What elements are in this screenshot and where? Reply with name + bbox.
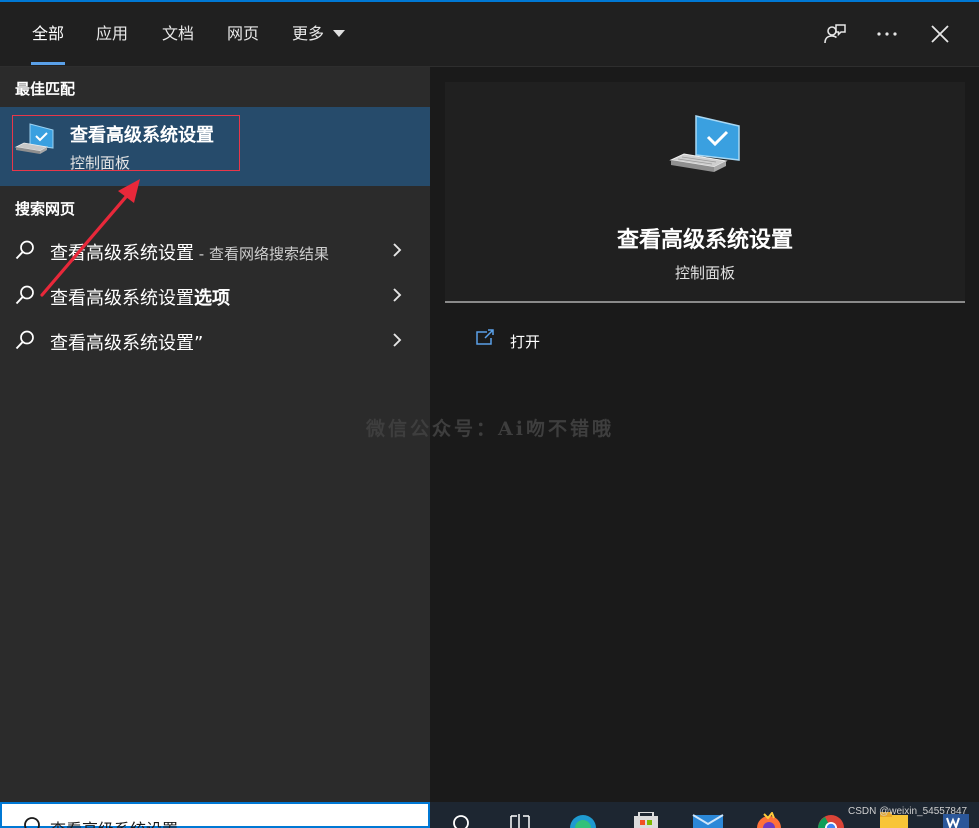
- feedback-icon: [824, 24, 846, 44]
- mail-icon[interactable]: [692, 812, 724, 828]
- search-web-label: 搜索网页: [15, 200, 76, 218]
- chevron-right-icon: [393, 333, 402, 347]
- close-icon: [931, 25, 949, 43]
- tab-web[interactable]: 网页: [212, 2, 274, 65]
- search-icon: [15, 330, 34, 350]
- web-result-3[interactable]: 查看高级系统设置”: [0, 318, 430, 362]
- windows-search-window: 全部 应用 文档 网页 更多 最佳匹配 查看高级系统设置 控制面板 搜索网页 查…: [0, 0, 979, 828]
- web-result-1-suffix: - 查看网络搜索结果: [194, 245, 329, 263]
- web-result-1[interactable]: 查看高级系统设置 - 查看网络搜索结果: [0, 228, 430, 272]
- tab-all[interactable]: 全部: [17, 2, 79, 65]
- system-pc-icon: [14, 123, 54, 154]
- search-icon: [15, 285, 34, 305]
- store-icon[interactable]: [631, 812, 661, 828]
- close-button[interactable]: [920, 14, 960, 54]
- chevron-right-icon: [393, 243, 402, 257]
- credit-watermark: CSDN @weixin_54557847: [848, 806, 968, 817]
- more-options-button[interactable]: [867, 14, 907, 54]
- preview-divider: [445, 301, 965, 303]
- taskbar-search-icon[interactable]: [450, 812, 472, 828]
- firefox-icon[interactable]: [754, 812, 784, 828]
- best-match-label: 最佳匹配: [15, 80, 76, 98]
- tab-apps[interactable]: 应用: [81, 2, 143, 65]
- tab-more[interactable]: 更多: [277, 2, 360, 65]
- more-options-icon: [877, 32, 897, 36]
- best-match-subtitle: 控制面板: [70, 154, 131, 172]
- watermark-text: 微信公众号：Ai吻不错哦: [366, 418, 614, 440]
- search-icon: [24, 817, 40, 828]
- search-box[interactable]: 查看高级系统设置: [0, 802, 430, 828]
- search-header: 全部 应用 文档 网页 更多: [0, 2, 979, 67]
- system-pc-icon: [669, 115, 740, 172]
- chevron-down-icon: [333, 30, 346, 37]
- chrome-icon[interactable]: [816, 812, 846, 828]
- preview-title: 查看高级系统设置: [616, 228, 793, 253]
- preview-subtitle: 控制面板: [674, 264, 735, 282]
- chevron-right-icon: [393, 288, 402, 302]
- web-result-2-text: 查看高级系统设置选项: [50, 284, 230, 310]
- search-icon: [15, 240, 34, 260]
- web-result-2-query: 查看高级系统设置: [50, 288, 194, 309]
- web-result-2[interactable]: 查看高级系统设置选项: [0, 273, 430, 317]
- edge-icon[interactable]: [568, 812, 598, 828]
- web-result-3-text: 查看高级系统设置”: [50, 333, 204, 354]
- tab-more-label: 更多: [292, 24, 325, 43]
- web-result-2-bold-tail: 选项: [194, 288, 230, 309]
- feedback-button[interactable]: [815, 14, 855, 54]
- open-action-label: 打开: [510, 333, 541, 351]
- open-action[interactable]: 打开: [470, 325, 670, 357]
- best-match-item[interactable]: 查看高级系统设置 控制面板: [0, 107, 430, 186]
- preview-card: 查看高级系统设置 控制面板: [445, 82, 965, 302]
- search-input-value: 查看高级系统设置: [50, 816, 178, 828]
- best-match-title: 查看高级系统设置: [70, 125, 214, 146]
- web-result-1-query: 查看高级系统设置: [50, 243, 194, 264]
- open-icon: [476, 329, 494, 345]
- task-view-icon[interactable]: [508, 812, 532, 828]
- tab-documents[interactable]: 文档: [147, 2, 209, 65]
- web-result-1-text: 查看高级系统设置 - 查看网络搜索结果: [50, 239, 329, 265]
